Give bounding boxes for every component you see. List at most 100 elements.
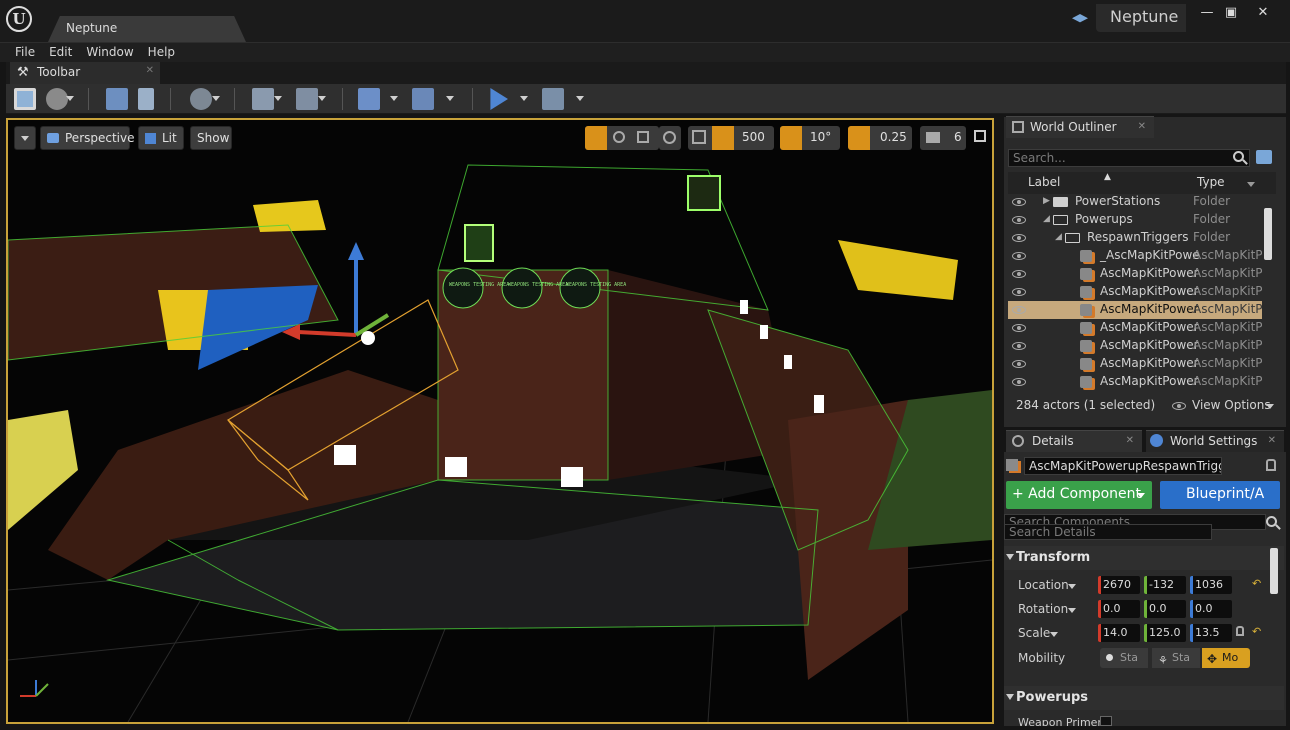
location-y-field[interactable]: -132 — [1144, 576, 1186, 594]
visibility-eye-icon[interactable] — [1012, 342, 1026, 350]
outliner-row[interactable]: _AscMapKitPowe AscMapKitP — [1008, 247, 1262, 265]
content-browser-icon[interactable] — [106, 88, 128, 110]
outliner-row[interactable]: ◢ Powerups Folder — [1008, 211, 1262, 229]
chevron-down-icon[interactable] — [576, 96, 584, 101]
menu-window[interactable]: Window — [79, 43, 140, 63]
object-name-field[interactable]: AscMapKitPowerupRespawnTrigge — [1024, 457, 1222, 475]
maximize-viewport-icon[interactable] — [974, 130, 986, 142]
expand-arrow-icon[interactable]: ▶ — [1043, 193, 1050, 210]
chevron-down-icon[interactable] — [1068, 608, 1076, 613]
visibility-eye-icon[interactable] — [1012, 216, 1026, 224]
rotation-label[interactable]: Rotation — [1018, 602, 1068, 616]
blueprints-icon[interactable] — [252, 88, 274, 110]
location-z-field[interactable]: 1036 — [1190, 576, 1232, 594]
visibility-eye-icon[interactable] — [1012, 324, 1026, 332]
build-icon[interactable] — [358, 88, 380, 110]
reset-icon[interactable]: ↶ — [1252, 625, 1261, 638]
outliner-row[interactable]: AscMapKitPower AscMapKitP — [1008, 337, 1262, 355]
reset-icon[interactable]: ↶ — [1252, 577, 1261, 590]
powerups-category[interactable]: Powerups — [1004, 686, 1284, 710]
scale-icon[interactable] — [637, 131, 649, 143]
visibility-eye-icon[interactable] — [1012, 360, 1026, 368]
location-x-field[interactable]: 2670 — [1098, 576, 1140, 594]
mobility-movable-button[interactable]: ✥ Mo — [1202, 648, 1250, 668]
outliner-search-input[interactable]: Search... — [1008, 149, 1250, 167]
add-folder-icon[interactable] — [1256, 150, 1272, 164]
menu-help[interactable]: Help — [141, 43, 182, 63]
details-tab[interactable]: Details ✕ — [1006, 430, 1142, 452]
outliner-scrollbar[interactable] — [1264, 208, 1272, 260]
mobility-static-button[interactable]: Sta — [1100, 648, 1148, 668]
menu-file[interactable]: File — [8, 43, 42, 63]
search-details-input[interactable]: Search Details — [1004, 524, 1212, 540]
toolbar-tab[interactable]: ⚒ Toolbar ✕ — [10, 62, 160, 84]
type-column-header[interactable]: Type — [1197, 175, 1225, 189]
collapse-arrow-icon[interactable]: ◢ — [1043, 211, 1050, 228]
level-tab[interactable]: Neptune — [48, 16, 246, 42]
outliner-row[interactable]: AscMapKitPower AscMapKitP — [1008, 373, 1262, 391]
settings-icon[interactable] — [190, 88, 212, 110]
lock-icon[interactable] — [1266, 459, 1276, 471]
scale-x-field[interactable]: 14.0 — [1098, 624, 1140, 642]
blueprint-button[interactable]: Blueprint/A — [1160, 481, 1280, 509]
chevron-down-icon[interactable] — [520, 96, 528, 101]
chevron-down-icon[interactable] — [446, 96, 454, 101]
view-options-button[interactable]: View Options — [1172, 398, 1276, 414]
viewport-options-button[interactable] — [14, 126, 36, 150]
level-viewport[interactable]: WEAPONS TESTING AREA WEAPONS TESTING ARE… — [6, 118, 994, 724]
show-button[interactable]: Show — [190, 126, 232, 150]
chevron-down-icon[interactable] — [1050, 632, 1058, 637]
scale-label[interactable]: Scale — [1018, 626, 1050, 640]
outliner-row-selected[interactable]: AscMapKitPower AscMapKitP — [1008, 301, 1262, 319]
chevron-down-icon[interactable] — [1068, 584, 1076, 589]
add-component-button[interactable]: + Add Component — [1006, 481, 1152, 509]
close-tab-icon[interactable]: ✕ — [1126, 431, 1134, 451]
chevron-down-icon[interactable] — [390, 96, 398, 101]
visibility-eye-icon[interactable] — [1012, 306, 1026, 314]
world-local-icon[interactable] — [659, 126, 681, 150]
outliner-row[interactable]: ▶ PowerStations Folder — [1008, 193, 1262, 211]
close-tab-icon[interactable]: ✕ — [1138, 117, 1146, 137]
close-tab-icon[interactable]: ✕ — [1268, 431, 1276, 451]
play-icon[interactable] — [490, 88, 508, 110]
rotate-icon[interactable] — [613, 131, 625, 143]
grid-snap-group[interactable]: 500 — [688, 126, 774, 150]
minimize-button[interactable]: — — [1194, 4, 1220, 22]
collapse-arrow-icon[interactable]: ◢ — [1055, 229, 1062, 246]
perspective-button[interactable]: Perspective — [40, 126, 135, 150]
maximize-button[interactable]: ▣ — [1218, 4, 1244, 22]
chevron-down-icon[interactable] — [1247, 182, 1255, 187]
visibility-eye-icon[interactable] — [1012, 252, 1026, 260]
outliner-row[interactable]: AscMapKitPower AscMapKitP — [1008, 355, 1262, 373]
cinematics-icon[interactable] — [296, 88, 318, 110]
compile-icon[interactable] — [412, 88, 434, 110]
rotation-y-field[interactable]: 0.0 — [1144, 600, 1186, 618]
camera-speed-group[interactable]: 6 — [920, 126, 966, 150]
launch-icon[interactable] — [542, 88, 564, 110]
visibility-eye-icon[interactable] — [1012, 234, 1026, 242]
translate-icon[interactable] — [585, 126, 607, 150]
source-control-icon[interactable] — [46, 88, 68, 110]
mobility-stationary-button[interactable]: ⚘ Sta — [1152, 648, 1200, 668]
visibility-eye-icon[interactable] — [1012, 288, 1026, 296]
chevron-down-icon[interactable] — [212, 96, 220, 101]
menu-edit[interactable]: Edit — [42, 43, 79, 63]
save-icon[interactable] — [14, 88, 36, 110]
world-settings-tab[interactable]: World Settings ✕ — [1146, 430, 1284, 452]
outliner-row[interactable]: AscMapKitPower AscMapKitP — [1008, 319, 1262, 337]
outliner-row[interactable]: ◢ RespawnTriggers Folder — [1008, 229, 1262, 247]
location-label[interactable]: Location — [1018, 578, 1069, 592]
visibility-eye-icon[interactable] — [1012, 198, 1026, 206]
chevron-down-icon[interactable] — [318, 96, 326, 101]
transform-category[interactable]: Transform — [1004, 546, 1284, 570]
chevron-down-icon[interactable] — [66, 96, 74, 101]
scale-snap-group[interactable]: 0.25 — [848, 126, 912, 150]
weapon-primer-checkbox[interactable] — [1100, 716, 1112, 726]
rotation-snap-group[interactable]: 10° — [780, 126, 840, 150]
outliner-row[interactable]: AscMapKitPower AscMapKitP — [1008, 265, 1262, 283]
scale-z-field[interactable]: 13.5 — [1190, 624, 1232, 642]
visibility-eye-icon[interactable] — [1012, 270, 1026, 278]
scale-y-field[interactable]: 125.0 — [1144, 624, 1186, 642]
marketplace-icon[interactable] — [138, 88, 154, 110]
rotation-x-field[interactable]: 0.0 — [1098, 600, 1140, 618]
